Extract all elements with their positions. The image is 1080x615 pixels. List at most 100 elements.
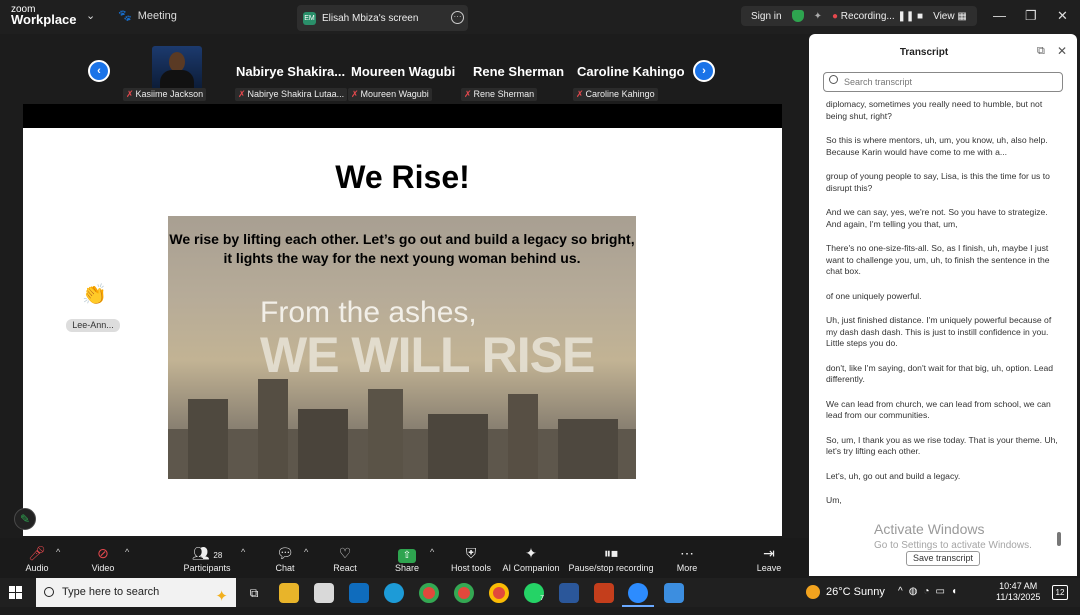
more-button[interactable]: ⋯ More xyxy=(674,544,700,573)
host-tools-button[interactable]: ⛨ Host tools xyxy=(449,544,493,573)
video-options-caret[interactable]: ^ xyxy=(125,547,129,557)
sign-in-button[interactable]: Sign in xyxy=(751,11,782,22)
participant-name-tag: ✗ Caroline Kahingo xyxy=(573,88,658,101)
mic-off-icon: 🎤︎ xyxy=(28,545,46,561)
maximize-icon[interactable]: ❐ xyxy=(1025,8,1037,24)
transcript-title: Transcript xyxy=(899,47,949,58)
file-explorer-icon[interactable] xyxy=(279,583,299,603)
minimize-icon[interactable]: — xyxy=(993,8,1006,23)
zoom-app-icon[interactable] xyxy=(628,583,648,603)
shared-screen-tab[interactable]: EM Elisah Mbiza's screen ··· xyxy=(297,5,468,31)
chevron-down-icon[interactable]: ⌄ xyxy=(86,9,95,22)
sun-icon xyxy=(806,585,820,599)
transcript-entry: So this is where mentors, uh, um, you kn… xyxy=(826,135,1048,157)
leave-button[interactable]: ⇥ Leave xyxy=(756,544,782,573)
close-icon[interactable]: ✕ xyxy=(1057,8,1068,24)
chevron-up-icon[interactable]: ^ xyxy=(898,586,909,597)
participant-name: Moureen Wagubi xyxy=(360,89,429,99)
stop-icon[interactable]: ■ xyxy=(917,11,923,22)
participant-tile-name[interactable]: Rene Sherman xyxy=(473,64,564,79)
participants-icon: 👥︎ 28 xyxy=(191,545,223,561)
chrome-icon[interactable] xyxy=(489,583,509,603)
pinned-app-icon[interactable] xyxy=(664,583,684,603)
shield-icon: ⛨ xyxy=(465,545,477,561)
clapping-hands-icon: 👏 xyxy=(82,284,107,306)
store-icon[interactable] xyxy=(314,583,334,603)
activate-windows-title: Activate Windows xyxy=(874,521,985,537)
meeting-tab[interactable]: 🐾 Meeting xyxy=(118,9,177,23)
weather-text: 26°C Sunny xyxy=(826,586,885,598)
participant-name: Rene Sherman xyxy=(473,89,535,99)
chrome-icon[interactable] xyxy=(419,583,439,603)
system-tray[interactable]: ^◍◔▭◖ xyxy=(898,586,963,597)
host-tools-label: Host tools xyxy=(450,563,492,573)
participant-tile-name[interactable]: Caroline Kahingo xyxy=(577,64,685,79)
word-icon[interactable] xyxy=(559,583,579,603)
volume-icon[interactable]: ◖ xyxy=(951,586,963,597)
pause-icon[interactable]: ❚❚ xyxy=(898,11,915,22)
whatsapp-icon[interactable]: 7 xyxy=(524,583,544,603)
transcript-list[interactable]: diplomacy, sometimes you really need to … xyxy=(826,99,1058,534)
network-icon[interactable]: ◍ xyxy=(909,586,924,597)
search-icon xyxy=(44,587,54,597)
powerpoint-icon[interactable] xyxy=(594,583,614,603)
zoom-logo[interactable]: zoom Workplace xyxy=(11,5,77,27)
prev-page-button[interactable]: ‹ xyxy=(88,60,110,82)
shared-screen-header xyxy=(23,104,782,128)
battery-icon[interactable]: ▭ xyxy=(935,586,950,597)
participant-name-tag[interactable]: Lee-Ann... xyxy=(66,319,120,332)
scrollbar-thumb[interactable] xyxy=(1057,532,1061,546)
quote-line-2: it lights the way for the next young wom… xyxy=(223,250,581,266)
recording-indicator[interactable]: ● Recording... ❚❚ ■ xyxy=(832,11,923,22)
transcript-entry: Um, xyxy=(826,495,842,505)
edge-icon[interactable] xyxy=(384,583,404,603)
brand-big: Workplace xyxy=(11,12,77,27)
close-transcript-icon[interactable]: ✕ xyxy=(1057,44,1067,58)
next-page-button[interactable]: › xyxy=(693,60,715,82)
transcript-panel: Transcript ⧉ ✕ Search transcript diploma… xyxy=(809,34,1077,576)
view-button[interactable]: View ▦ xyxy=(933,11,967,22)
clock-date: 11/13/2025 xyxy=(996,592,1041,602)
participant-tile-name[interactable]: Moureen Wagubi xyxy=(351,64,455,79)
pause-stop-recording-button[interactable]: ⏸⏹ Pause/stop recording xyxy=(568,544,654,573)
audio-button[interactable]: 🎤︎ Audio xyxy=(24,544,50,573)
transcript-search-input[interactable]: Search transcript xyxy=(823,72,1063,92)
ai-sparkle-icon[interactable]: ✦ xyxy=(814,11,822,22)
chat-options-caret[interactable]: ^ xyxy=(304,547,308,557)
transcript-entry: Uh, just finished distance. I'm uniquely… xyxy=(826,315,1052,337)
pop-out-icon[interactable]: ⧉ xyxy=(1037,45,1045,58)
audio-options-caret[interactable]: ^ xyxy=(56,547,60,557)
outlook-icon[interactable] xyxy=(349,583,369,603)
participant-strip: ‹ ✗ Kasiime Jackson Nabirye Shakira... ✗ N… xyxy=(85,40,720,104)
more-options-icon[interactable]: ··· xyxy=(451,11,464,24)
save-transcript-button[interactable]: Save transcript xyxy=(906,551,980,566)
slide-quote: We rise by lifting each other. Let’s go … xyxy=(168,230,636,268)
notification-count: 12 xyxy=(1055,588,1065,597)
react-button[interactable]: ♡ React xyxy=(330,544,360,573)
encryption-shield-icon[interactable] xyxy=(791,10,804,22)
top-right-controls: Sign in ✦ ● Recording... ❚❚ ■ View ▦ xyxy=(741,6,977,26)
shared-screen[interactable]: We Rise! We rise by lifting each other. … xyxy=(23,128,782,536)
annotate-pen-icon[interactable]: ✎ xyxy=(14,508,36,530)
ai-companion-button[interactable]: ✦ AI Companion xyxy=(502,544,560,573)
video-off-icon: ⊘ xyxy=(97,545,109,561)
clock-time: 10:47 AM xyxy=(999,581,1038,591)
video-button[interactable]: ⊘ Video xyxy=(90,544,116,573)
slide-image: We rise by lifting each other. Let’s go … xyxy=(168,216,636,479)
participant-video[interactable] xyxy=(152,46,202,92)
more-label: More xyxy=(676,563,698,573)
participants-button[interactable]: 👥︎ 28 Participants xyxy=(183,544,231,573)
taskbar-search-box[interactable]: Type here to search ✦ xyxy=(36,578,236,607)
windows-start-icon[interactable] xyxy=(9,586,22,599)
chat-button[interactable]: 💬︎ Chat xyxy=(272,544,298,573)
notification-center-icon[interactable]: 12 xyxy=(1052,585,1068,600)
share-button[interactable]: ⇧ Share xyxy=(392,544,422,573)
wifi-icon[interactable]: ◔ xyxy=(923,586,935,597)
participants-options-caret[interactable]: ^ xyxy=(241,547,245,557)
task-view-icon[interactable]: ⧉ xyxy=(244,583,264,603)
participant-tile-name[interactable]: Nabirye Shakira... xyxy=(236,64,345,79)
share-options-caret[interactable]: ^ xyxy=(430,547,434,557)
system-clock[interactable]: 10:47 AM 11/13/2025 xyxy=(996,581,1040,603)
weather-widget[interactable]: 26°C Sunny xyxy=(806,585,885,599)
chrome-icon[interactable] xyxy=(454,583,474,603)
